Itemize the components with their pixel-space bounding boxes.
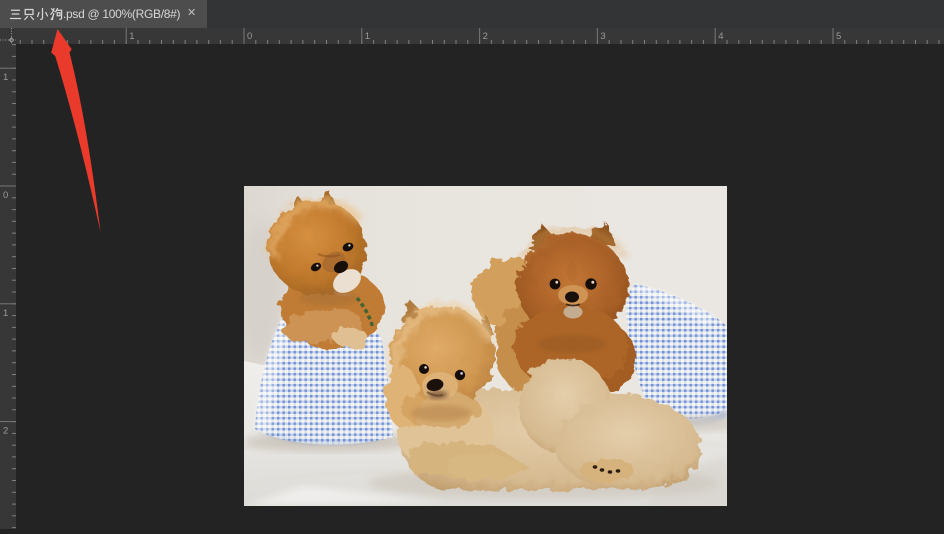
svg-text:0: 0	[247, 31, 252, 42]
svg-text:1: 1	[3, 308, 8, 319]
svg-text:3: 3	[600, 31, 605, 42]
svg-text:5: 5	[836, 31, 841, 42]
svg-text:4: 4	[718, 31, 723, 42]
svg-text:2: 2	[483, 31, 488, 42]
svg-text:1: 1	[3, 72, 8, 83]
svg-text:0: 0	[3, 190, 8, 201]
svg-text:1: 1	[129, 31, 134, 42]
svg-text:1: 1	[365, 31, 370, 42]
svg-text:2: 2	[3, 426, 8, 437]
